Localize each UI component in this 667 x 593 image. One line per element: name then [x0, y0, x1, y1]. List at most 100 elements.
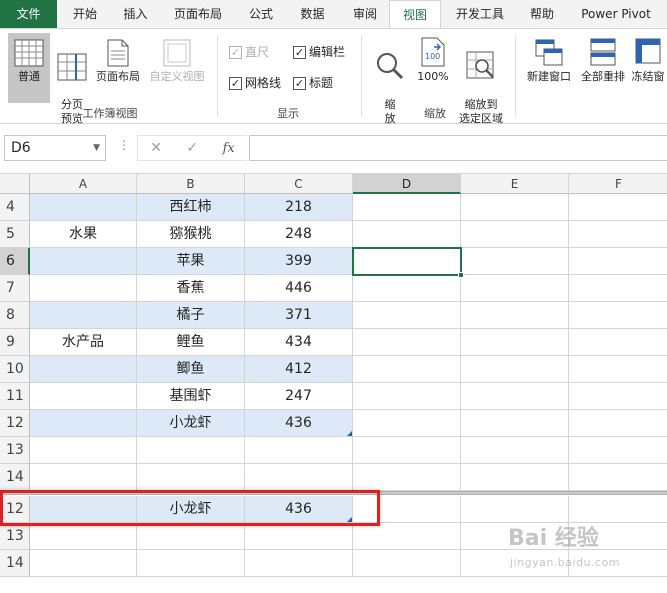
cell-d14[interactable]	[353, 550, 461, 577]
cell-f8[interactable]	[569, 302, 667, 329]
cell-e12[interactable]	[461, 496, 569, 523]
tab-developer[interactable]: 开发工具	[441, 0, 519, 28]
cell-f6[interactable]	[569, 248, 667, 275]
cell-c4[interactable]: 218	[245, 194, 353, 221]
row-header[interactable]: 14	[0, 550, 30, 577]
cell-b9[interactable]: 鲤鱼	[137, 329, 245, 356]
name-box[interactable]: D6 ▼	[4, 135, 106, 161]
tab-formulas[interactable]: 公式	[238, 0, 284, 28]
cell-a4[interactable]	[30, 194, 137, 221]
cell-b10[interactable]: 鲫鱼	[137, 356, 245, 383]
cell-e9[interactable]	[461, 329, 569, 356]
column-header-d[interactable]: D	[353, 174, 461, 194]
new-window-button[interactable]: 新建窗口	[522, 33, 576, 103]
row-header[interactable]: 13	[0, 437, 30, 464]
cell-b13[interactable]	[137, 437, 245, 464]
insert-function-icon[interactable]: fx	[223, 141, 235, 156]
cell-d5[interactable]	[353, 221, 461, 248]
formula-input[interactable]	[249, 135, 667, 161]
cell-b7[interactable]: 香蕉	[137, 275, 245, 302]
arrange-all-button[interactable]: 全部重排	[577, 33, 629, 103]
gridlines-checkbox[interactable]: ✓ 网格线	[229, 76, 281, 90]
cell-d9[interactable]	[353, 329, 461, 356]
tab-page-layout[interactable]: 页面布局	[158, 0, 238, 28]
cell-b5[interactable]: 猕猴桃	[137, 221, 245, 248]
cell-b14[interactable]	[137, 550, 245, 577]
chevron-down-icon[interactable]: ▼	[93, 136, 100, 160]
cell-b11[interactable]: 基围虾	[137, 383, 245, 410]
cell-c11[interactable]: 247	[245, 383, 353, 410]
tab-data[interactable]: 数据	[284, 0, 341, 28]
row-header[interactable]: 13	[0, 523, 30, 550]
cell-d12[interactable]	[353, 410, 461, 437]
column-header-a[interactable]: A	[30, 174, 137, 194]
cell-e4[interactable]	[461, 194, 569, 221]
cell-c7[interactable]: 446	[245, 275, 353, 302]
tab-power-pivot[interactable]: Power Pivot	[565, 0, 667, 28]
cell-a14[interactable]	[30, 550, 137, 577]
cell-c6[interactable]: 399	[245, 248, 353, 275]
cell-c10[interactable]: 412	[245, 356, 353, 383]
cell-e5[interactable]	[461, 221, 569, 248]
cell-c14[interactable]	[245, 550, 353, 577]
row-header[interactable]: 14	[0, 464, 30, 491]
cell-a11[interactable]	[30, 383, 137, 410]
cell-f5[interactable]	[569, 221, 667, 248]
cell-b14[interactable]	[137, 464, 245, 491]
row-header[interactable]: 6	[0, 248, 30, 275]
tab-view[interactable]: 视图	[389, 0, 441, 29]
cell-e10[interactable]	[461, 356, 569, 383]
cell-e13[interactable]	[461, 437, 569, 464]
cell-c13[interactable]	[245, 437, 353, 464]
ruler-checkbox[interactable]: ✓ 直尺	[229, 45, 269, 59]
cell-a12[interactable]	[30, 410, 137, 437]
row-header[interactable]: 8	[0, 302, 30, 329]
column-header-f[interactable]: F	[569, 174, 667, 194]
cell-a14[interactable]	[30, 464, 137, 491]
row-header[interactable]: 7	[0, 275, 30, 302]
zoom-to-selection-button[interactable]: 缩放到 选定区域	[454, 33, 508, 125]
cell-f12[interactable]	[569, 410, 667, 437]
cell-b13[interactable]	[137, 523, 245, 550]
active-cell-selection[interactable]	[352, 247, 464, 278]
page-break-preview-button[interactable]: 分页 预览	[52, 33, 92, 125]
tab-insert[interactable]: 插入	[113, 0, 158, 28]
more-options-icon[interactable]: ⋮	[118, 138, 130, 152]
custom-views-button[interactable]: 自定义视图	[146, 33, 208, 103]
headings-checkbox[interactable]: ✓ 标题	[293, 76, 333, 90]
fill-handle[interactable]	[458, 272, 464, 278]
cell-f4[interactable]	[569, 194, 667, 221]
cell-c13[interactable]	[245, 523, 353, 550]
row-header[interactable]: 5	[0, 221, 30, 248]
cell-c8[interactable]: 371	[245, 302, 353, 329]
cell-b12[interactable]: 小龙虾	[137, 410, 245, 437]
cancel-icon[interactable]: ✕	[150, 140, 162, 156]
select-all-corner[interactable]	[0, 174, 30, 194]
row-header[interactable]: 10	[0, 356, 30, 383]
cell-b6[interactable]: 苹果	[137, 248, 245, 275]
cell-a6[interactable]	[30, 248, 137, 275]
cell-e7[interactable]	[461, 275, 569, 302]
cell-f9[interactable]	[569, 329, 667, 356]
cell-d7[interactable]	[353, 275, 461, 302]
cell-c12[interactable]: 436	[245, 410, 353, 437]
cell-a10[interactable]	[30, 356, 137, 383]
cell-c14[interactable]	[245, 464, 353, 491]
cell-d14[interactable]	[353, 464, 461, 491]
column-header-c[interactable]: C	[245, 174, 353, 194]
cell-f14[interactable]	[569, 464, 667, 491]
table-resize-handle[interactable]	[347, 431, 352, 436]
row-header[interactable]: 12	[0, 410, 30, 437]
cell-a7[interactable]	[30, 275, 137, 302]
cell-b4[interactable]: 西红柿	[137, 194, 245, 221]
row-header[interactable]: 11	[0, 383, 30, 410]
cell-d4[interactable]	[353, 194, 461, 221]
cell-a13[interactable]	[30, 437, 137, 464]
tab-file[interactable]: 文件	[0, 0, 57, 28]
cell-d8[interactable]	[353, 302, 461, 329]
cell-f11[interactable]	[569, 383, 667, 410]
cell-e11[interactable]	[461, 383, 569, 410]
cell-e8[interactable]	[461, 302, 569, 329]
cell-f10[interactable]	[569, 356, 667, 383]
cell-f13[interactable]	[569, 437, 667, 464]
